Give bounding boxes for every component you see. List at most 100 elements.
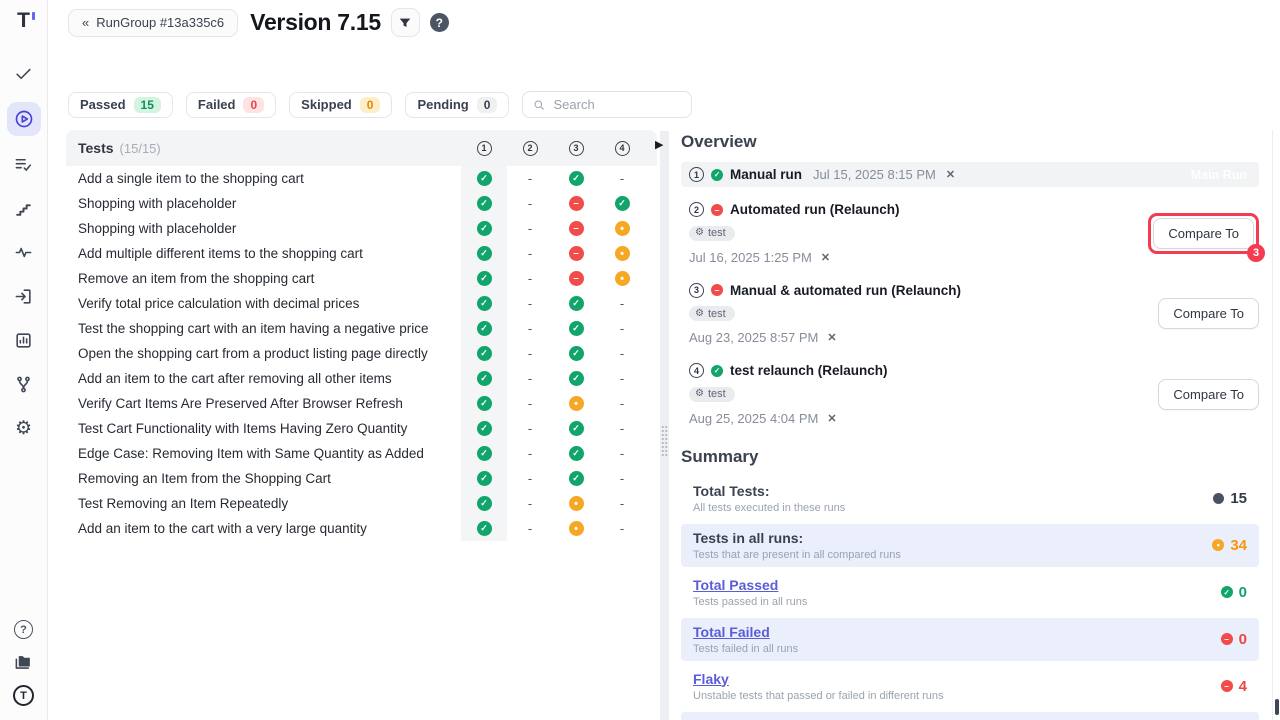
status-cell: ✓ bbox=[461, 266, 507, 291]
status-cell: ✓ bbox=[461, 291, 507, 316]
passed-icon: ✓ bbox=[477, 346, 492, 361]
run-tag: ⚙test bbox=[689, 387, 735, 402]
search-input[interactable] bbox=[554, 97, 682, 112]
run-name: Manual & automated run (Relaunch) bbox=[730, 283, 961, 298]
test-row[interactable]: Verify Cart Items Are Preserved After Br… bbox=[66, 391, 657, 416]
no-run-dash: - bbox=[528, 471, 532, 486]
passed-icon: ✓ bbox=[569, 446, 584, 461]
test-row[interactable]: Test the shopping cart with an item havi… bbox=[66, 316, 657, 341]
summary-count: 0 bbox=[1239, 631, 1247, 648]
skipped-icon: • bbox=[615, 221, 630, 236]
test-row[interactable]: Add an item to the cart after removing a… bbox=[66, 366, 657, 391]
analytics-icon[interactable] bbox=[7, 325, 41, 356]
docs-folder-icon[interactable] bbox=[7, 651, 41, 673]
test-row[interactable]: Edge Case: Removing Item with Same Quant… bbox=[66, 441, 657, 466]
status-cell: ✓ bbox=[461, 441, 507, 466]
test-name: Shopping with placeholder bbox=[78, 221, 461, 236]
passed-icon: ✓ bbox=[477, 496, 492, 511]
run-column-header[interactable]: 2 bbox=[507, 141, 553, 156]
passed-icon: ✓ bbox=[477, 221, 492, 236]
summary-row-text: Tests in all runs: Tests that are presen… bbox=[693, 530, 901, 561]
app-logo[interactable]: T bbox=[17, 10, 30, 32]
test-row[interactable]: Add an item to the cart with a very larg… bbox=[66, 516, 657, 541]
test-row[interactable]: Add multiple different items to the shop… bbox=[66, 241, 657, 266]
test-row[interactable]: Removing an Item from the Shopping Cart … bbox=[66, 466, 657, 491]
double-chevron-left-icon: « bbox=[82, 15, 88, 30]
status-cell: ✓ bbox=[461, 216, 507, 241]
summary-label-link[interactable]: Total Passed bbox=[693, 577, 807, 593]
search-box[interactable] bbox=[522, 91, 692, 118]
passed-icon: ✓ bbox=[711, 365, 723, 377]
help-circle-icon[interactable]: ? bbox=[14, 620, 33, 639]
run-column-header[interactable]: 4 bbox=[599, 141, 645, 156]
remove-run-icon[interactable]: ✕ bbox=[827, 412, 836, 425]
panel-divider[interactable]: ▶ bbox=[660, 131, 669, 720]
remove-run-icon[interactable]: ✕ bbox=[827, 331, 836, 344]
run-row-main[interactable]: 1 ✓ Manual run Jul 15, 2025 8:15 PM ✕ Ma… bbox=[681, 162, 1259, 187]
compare-to-button[interactable]: Compare To bbox=[1153, 218, 1254, 249]
status-cell: ✓ bbox=[461, 491, 507, 516]
check-icon[interactable] bbox=[7, 58, 41, 89]
branch-icon[interactable] bbox=[7, 369, 41, 400]
summary-label-link[interactable]: Flaky bbox=[693, 671, 944, 687]
run-row: 2 – Automated run (Relaunch) ⚙test Jul 1… bbox=[681, 197, 1259, 270]
no-run-dash: - bbox=[620, 396, 624, 411]
test-row[interactable]: Remove an item from the shopping cart ✓-… bbox=[66, 266, 657, 291]
summary-description: Tests failed in all runs bbox=[693, 643, 798, 655]
steps-icon[interactable] bbox=[7, 193, 41, 224]
passed-icon: ✓ bbox=[477, 171, 492, 186]
import-icon[interactable] bbox=[7, 281, 41, 312]
summary-label-link[interactable]: Total Failed bbox=[693, 624, 798, 640]
scrollbar-thumb[interactable] bbox=[1275, 699, 1279, 715]
passed-icon: ✓ bbox=[569, 471, 584, 486]
passed-icon: ✓ bbox=[569, 296, 584, 311]
test-row[interactable]: Test Cart Functionality with Items Havin… bbox=[66, 416, 657, 441]
filter-button[interactable] bbox=[391, 8, 420, 37]
filter-tab-skipped[interactable]: Skipped 0 bbox=[289, 92, 392, 118]
remove-run-icon[interactable]: ✕ bbox=[821, 251, 830, 264]
status-cell: - bbox=[599, 441, 645, 466]
pulse-icon[interactable] bbox=[7, 237, 41, 268]
help-button[interactable]: ? bbox=[430, 13, 449, 32]
summary-row: Flaky Unstable tests that passed or fail… bbox=[681, 665, 1259, 708]
status-cell: - bbox=[599, 391, 645, 416]
test-row[interactable]: Shopping with placeholder ✓-–• bbox=[66, 216, 657, 241]
test-row[interactable]: Open the shopping cart from a product li… bbox=[66, 341, 657, 366]
gear-icon: ⚙ bbox=[695, 309, 704, 319]
test-name: Add an item to the cart after removing a… bbox=[78, 371, 461, 386]
collapse-panel-icon[interactable]: ▶ bbox=[655, 138, 663, 151]
filter-tab-failed[interactable]: Failed 0 bbox=[186, 92, 276, 118]
filter-tab-pending[interactable]: Pending 0 bbox=[405, 92, 509, 118]
no-run-dash: - bbox=[528, 346, 532, 361]
test-row[interactable]: Test Removing an Item Repeatedly ✓-•- bbox=[66, 491, 657, 516]
divider-drag-handle[interactable] bbox=[661, 425, 668, 457]
no-run-dash: - bbox=[528, 246, 532, 261]
no-run-dash: - bbox=[528, 421, 532, 436]
no-run-dash: - bbox=[620, 296, 624, 311]
run-date: Jul 16, 2025 1:25 PM bbox=[689, 250, 812, 265]
logo-circle-icon[interactable]: T bbox=[13, 685, 34, 706]
tab-count-badge: 0 bbox=[360, 97, 381, 113]
test-name: Test the shopping cart with an item havi… bbox=[78, 321, 461, 336]
run-column-header[interactable]: 3 bbox=[553, 141, 599, 156]
play-circle-icon[interactable] bbox=[7, 102, 41, 136]
filter-tab-passed[interactable]: Passed 15 bbox=[68, 92, 173, 118]
overview-title: Overview bbox=[681, 132, 1259, 152]
compare-to-button[interactable]: Compare To bbox=[1158, 298, 1259, 329]
remove-run-icon[interactable]: ✕ bbox=[946, 168, 955, 181]
status-cell: ✓ bbox=[553, 166, 599, 191]
test-row[interactable]: Verify total price calculation with deci… bbox=[66, 291, 657, 316]
run-column-header[interactable]: 1 bbox=[461, 141, 507, 156]
status-cell: - bbox=[507, 266, 553, 291]
back-to-rungroup-button[interactable]: « RunGroup #13a335c6 bbox=[68, 9, 238, 37]
test-row[interactable]: Shopping with placeholder ✓-–✓ bbox=[66, 191, 657, 216]
compare-to-button[interactable]: Compare To bbox=[1158, 379, 1259, 410]
test-row[interactable]: Add a single item to the shopping cart ✓… bbox=[66, 166, 657, 191]
list-check-icon[interactable] bbox=[7, 149, 41, 180]
summary-label: Tests in all runs: bbox=[693, 530, 901, 546]
summary-row: Total Tests: All tests executed in these… bbox=[681, 477, 1259, 520]
tests-table-header: Tests (15/15) 1 2 3 4 bbox=[66, 130, 657, 166]
summary-description: Tests passed in all runs bbox=[693, 596, 807, 608]
no-run-dash: - bbox=[528, 371, 532, 386]
gear-icon[interactable]: ⚙ bbox=[7, 413, 41, 444]
